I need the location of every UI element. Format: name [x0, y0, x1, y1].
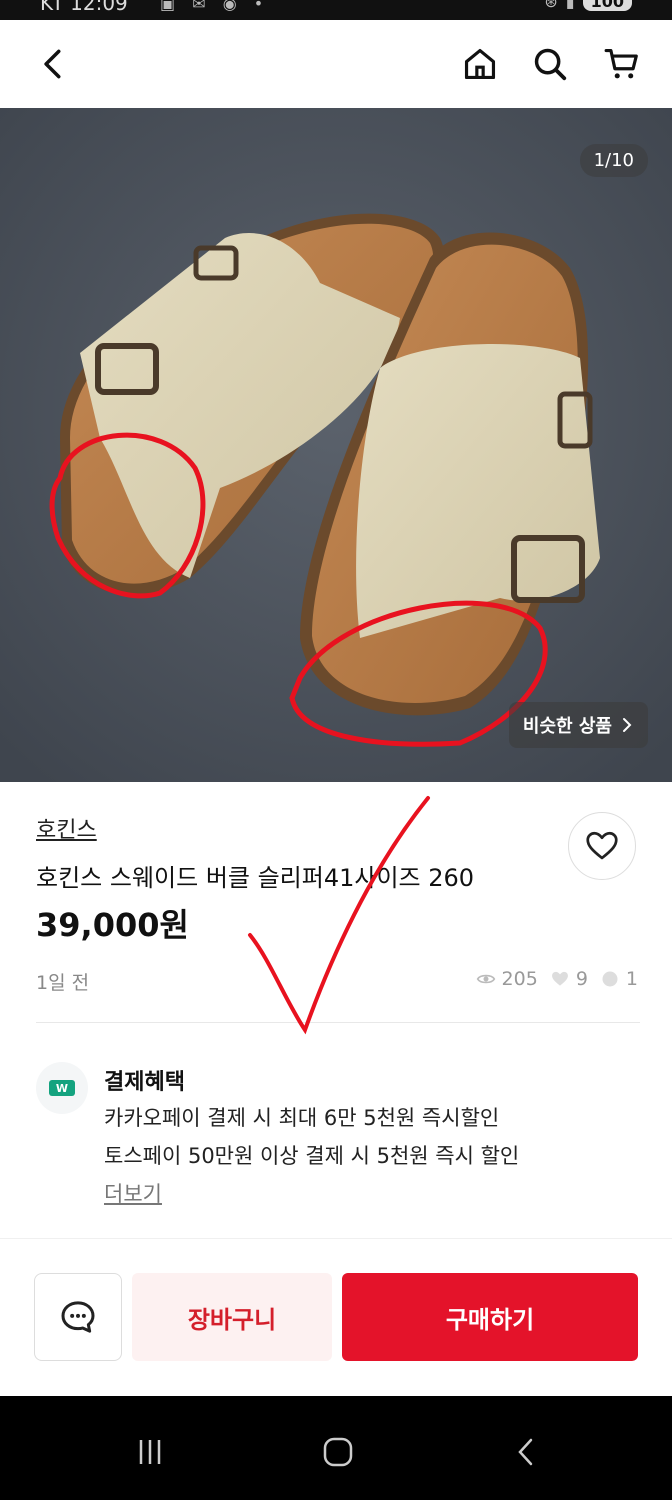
signal-icon: ▮ [565, 0, 575, 11]
back-button[interactable] [32, 42, 76, 86]
notification-icons: ▣ ✉ ◉ • [160, 0, 270, 13]
divider [36, 1022, 640, 1023]
system-status-icons: ⊛ ▮ 100 [544, 0, 632, 11]
like-count: 9 [575, 968, 588, 990]
benefit-icon-label: W [55, 1081, 69, 1095]
chevron-left-icon [44, 49, 61, 79]
home-button[interactable] [458, 42, 502, 86]
eye-icon [476, 974, 495, 984]
chat-count: 1 [625, 968, 638, 990]
similar-products-button[interactable]: 비슷한 상품 [508, 702, 648, 748]
payment-benefit-icon: W [36, 1062, 88, 1114]
recent-apps-icon [139, 1440, 161, 1464]
view-count: 205 [501, 968, 538, 990]
benefit-more-link[interactable]: 더보기 [104, 1178, 162, 1208]
status-bar: KT 12:09 ▣ ✉ ◉ • ⊛ ▮ 100 [0, 0, 672, 20]
heart-icon [586, 831, 618, 860]
buy-button[interactable]: 구매하기 [342, 1273, 638, 1361]
image-counter: 1/10 [579, 144, 648, 177]
product-title: 호킨스 스웨이드 버클 슬리퍼41사이즈 260 [36, 864, 475, 892]
home-icon [464, 48, 496, 80]
chat-icon [61, 1301, 95, 1333]
battery-level: 100 [582, 0, 632, 11]
chat-bubble-icon [602, 971, 618, 987]
cart-icon [604, 48, 638, 79]
similar-products-label: 비슷한 상품 [522, 716, 612, 737]
status-time: KT 12:09 [40, 0, 128, 15]
home-circle-icon [323, 1437, 353, 1467]
heart-small-icon [551, 971, 568, 986]
bottom-action-bar: 장바구니 구매하기 [0, 1238, 672, 1396]
search-button[interactable] [528, 42, 572, 86]
top-nav [0, 20, 672, 108]
cart-button[interactable] [600, 42, 644, 86]
home-system-button[interactable] [318, 1432, 358, 1472]
wifi-icon: ⊛ [544, 0, 558, 11]
like-button[interactable] [568, 812, 636, 880]
back-system-button[interactable] [506, 1432, 546, 1472]
posted-time: 1일 전 [36, 972, 90, 994]
system-navigation-bar [0, 1396, 672, 1500]
chevron-right-icon [623, 718, 632, 732]
recent-apps-button[interactable] [130, 1432, 170, 1472]
store-link[interactable]: 호킨스 [36, 812, 97, 844]
search-icon [534, 48, 567, 81]
back-arrow-icon [518, 1438, 533, 1466]
chat-button[interactable] [34, 1273, 122, 1361]
product-photo [0, 108, 672, 782]
product-image-gallery[interactable]: 1/10 비슷한 상품 [0, 108, 672, 782]
benefit-line-kakaopay: 카카오페이 결제 시 최대 6만 5천원 즉시할인 [104, 1106, 500, 1130]
benefit-line-tosspay: 토스페이 50만원 이상 결제 시 5천원 즉시 할인 [104, 1144, 520, 1168]
add-to-cart-button[interactable]: 장바구니 [132, 1273, 332, 1361]
payment-benefit-title: 결제혜택 [104, 1070, 185, 1095]
product-stats: 205 9 1 [476, 968, 638, 990]
product-price: 39,000원 [36, 906, 189, 944]
